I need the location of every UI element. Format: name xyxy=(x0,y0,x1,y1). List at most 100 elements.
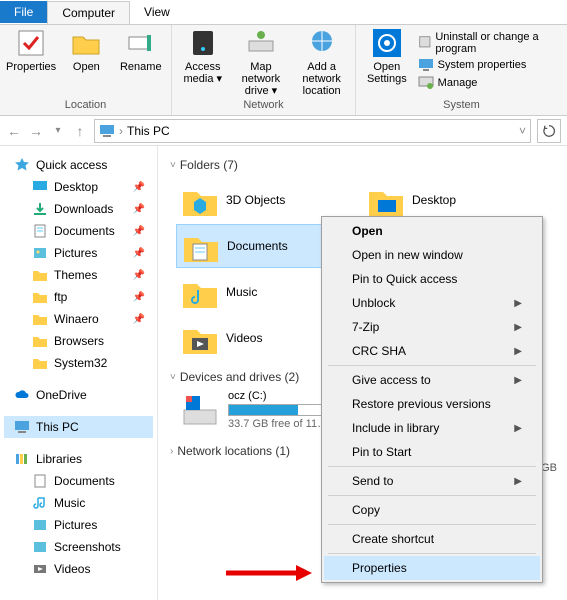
drive-free-text: 33.7 GB free of 11… xyxy=(228,418,328,430)
manage-button[interactable]: Manage xyxy=(418,75,561,91)
ctx-send-to[interactable]: Send to▶ xyxy=(324,469,540,493)
tab-view[interactable]: View xyxy=(130,1,184,23)
refresh-button[interactable] xyxy=(537,119,561,143)
nav-forward-button[interactable]: → xyxy=(28,123,44,139)
address-bar[interactable]: › This PC ˅ xyxy=(94,119,531,143)
group-network-label: Network xyxy=(178,99,349,113)
folder-3d-icon xyxy=(180,180,220,220)
globe-icon xyxy=(306,27,338,59)
folder-videos-icon xyxy=(180,318,220,358)
ctx-open[interactable]: Open xyxy=(324,219,540,243)
ctx-open-new-window[interactable]: Open in new window xyxy=(324,243,540,267)
section-folders[interactable]: ˅Folders (7) xyxy=(162,154,563,178)
nav-up-button[interactable]: ↑ xyxy=(72,123,88,139)
tree-system32[interactable]: System32 xyxy=(4,352,153,374)
folder-icon xyxy=(32,355,48,371)
navigation-bar: ← → ▾ ↑ › This PC ˅ xyxy=(0,116,567,146)
nav-back-button[interactable]: ← xyxy=(6,123,22,139)
chevron-down-icon[interactable]: ˅ xyxy=(519,124,526,138)
group-system-label: System xyxy=(362,99,561,113)
chevron-right-icon: › xyxy=(119,124,123,138)
chevron-right-icon: ▶ xyxy=(514,423,522,434)
ctx-create-shortcut[interactable]: Create shortcut xyxy=(324,527,540,551)
group-location-label: Location xyxy=(6,99,165,113)
pictures-icon xyxy=(32,539,48,555)
star-icon xyxy=(14,157,30,173)
folder-icon xyxy=(32,311,48,327)
network-drive-icon xyxy=(245,27,277,59)
tree-lib-documents[interactable]: Documents xyxy=(4,470,153,492)
cloud-icon xyxy=(14,387,30,403)
tree-downloads[interactable]: Downloads📌 xyxy=(4,198,153,220)
tree-lib-screenshots[interactable]: Screenshots xyxy=(4,536,153,558)
tree-libraries[interactable]: Libraries xyxy=(4,448,153,470)
folder-documents-icon xyxy=(181,226,221,266)
tree-lib-videos[interactable]: Videos xyxy=(4,558,153,580)
folder-icon xyxy=(32,333,48,349)
pin-icon: 📌 xyxy=(133,182,145,193)
chevron-right-icon: › xyxy=(170,446,173,457)
tab-computer[interactable]: Computer xyxy=(47,1,130,24)
address-path: This PC xyxy=(127,124,170,138)
ctx-separator xyxy=(328,524,536,525)
ctx-copy[interactable]: Copy xyxy=(324,498,540,522)
add-network-location-button[interactable]: Add a network location xyxy=(294,27,349,97)
ctx-crc-sha[interactable]: CRC SHA▶ xyxy=(324,339,540,363)
annotation-arrow-icon xyxy=(226,564,312,582)
tree-ftp[interactable]: ftp📌 xyxy=(4,286,153,308)
ctx-give-access-to[interactable]: Give access to▶ xyxy=(324,368,540,392)
rename-icon xyxy=(125,27,157,59)
open-button[interactable]: Open xyxy=(62,27,110,73)
tree-lib-music[interactable]: Music xyxy=(4,492,153,514)
tree-desktop[interactable]: Desktop📌 xyxy=(4,176,153,198)
ctx-separator xyxy=(328,495,536,496)
nav-recent-button[interactable]: ▾ xyxy=(50,125,66,136)
ctx-properties[interactable]: Properties xyxy=(324,556,540,580)
ctx-unblock[interactable]: Unblock▶ xyxy=(324,291,540,315)
tree-onedrive[interactable]: OneDrive xyxy=(4,384,153,406)
ctx-7zip[interactable]: 7-Zip▶ xyxy=(324,315,540,339)
manage-icon xyxy=(418,75,434,91)
documents-icon xyxy=(32,473,48,489)
ribbon-tabs: File Computer View xyxy=(0,0,567,24)
ctx-pin-start[interactable]: Pin to Start xyxy=(324,440,540,464)
chevron-right-icon: ▶ xyxy=(514,346,522,357)
ctx-separator xyxy=(328,466,536,467)
open-settings-button[interactable]: Open Settings xyxy=(362,27,412,85)
settings-gear-icon xyxy=(371,27,403,59)
tree-browsers[interactable]: Browsers xyxy=(4,330,153,352)
folder-open-icon xyxy=(70,27,102,59)
drive-usage-bar xyxy=(228,404,328,416)
tree-lib-pictures[interactable]: Pictures xyxy=(4,514,153,536)
pc-icon xyxy=(14,419,30,435)
tree-documents[interactable]: Documents📌 xyxy=(4,220,153,242)
tree-quick-access[interactable]: Quick access xyxy=(4,154,153,176)
tree-themes[interactable]: Themes📌 xyxy=(4,264,153,286)
ctx-include-library[interactable]: Include in library▶ xyxy=(324,416,540,440)
map-network-drive-button[interactable]: Map network drive ▾ xyxy=(234,27,289,97)
ctx-separator xyxy=(328,365,536,366)
access-media-button[interactable]: Access media ▾ xyxy=(178,27,228,85)
ctx-pin-quick-access[interactable]: Pin to Quick access xyxy=(324,267,540,291)
uninstall-button[interactable]: Uninstall or change a program xyxy=(418,31,561,55)
ctx-restore-previous[interactable]: Restore previous versions xyxy=(324,392,540,416)
folder-icon xyxy=(32,267,48,283)
pictures-icon xyxy=(32,245,48,261)
properties-button[interactable]: Properties xyxy=(6,27,56,73)
tree-pictures[interactable]: Pictures📌 xyxy=(4,242,153,264)
tree-this-pc[interactable]: This PC xyxy=(4,416,153,438)
system-properties-button[interactable]: System properties xyxy=(418,57,561,73)
folder-desktop-icon xyxy=(366,180,406,220)
folder-icon xyxy=(32,289,48,305)
rename-button[interactable]: Rename xyxy=(117,27,165,73)
chevron-right-icon: ▶ xyxy=(514,375,522,386)
ctx-separator xyxy=(328,553,536,554)
pin-icon: 📌 xyxy=(133,314,145,325)
tab-file[interactable]: File xyxy=(0,1,47,23)
video-icon xyxy=(32,561,48,577)
tree-winaero[interactable]: Winaero📌 xyxy=(4,308,153,330)
pin-icon: 📌 xyxy=(133,226,145,237)
uninstall-icon xyxy=(418,35,432,51)
folder-music-icon xyxy=(180,272,220,312)
chevron-down-icon: ˅ xyxy=(170,160,176,171)
